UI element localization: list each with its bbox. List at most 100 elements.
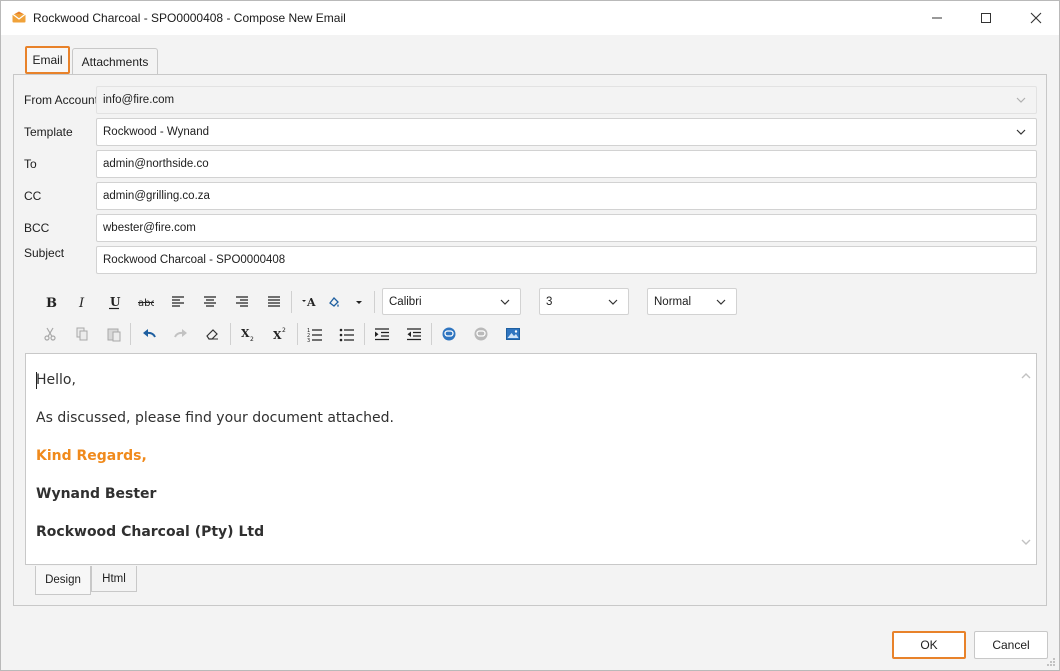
maximize-icon [981, 13, 991, 23]
ok-button[interactable]: OK [892, 631, 966, 659]
template-select[interactable]: Rockwood - Wynand [96, 118, 1037, 146]
cc-input[interactable]: admin@grilling.co.za [96, 182, 1037, 210]
redo-button[interactable] [168, 321, 194, 347]
superscript-icon: X2 [273, 327, 286, 342]
font-color-icon: A [302, 296, 316, 309]
to-value: admin@northside.co [103, 158, 209, 170]
underline-icon: U [109, 295, 121, 310]
bold-button[interactable]: B [37, 289, 63, 315]
clear-formatting-button[interactable] [199, 321, 225, 347]
font-family-select[interactable]: Calibri [382, 288, 521, 315]
numbered-list-button[interactable]: 123 [302, 321, 328, 347]
outdent-button[interactable] [401, 321, 427, 347]
font-size-value: 3 [546, 295, 553, 308]
strikethrough-button[interactable]: abc [133, 289, 159, 315]
close-icon [1030, 12, 1042, 24]
subject-input[interactable]: Rockwood Charcoal - SPO0000408 [96, 246, 1037, 274]
align-left-button[interactable] [165, 289, 191, 315]
align-center-button[interactable] [197, 289, 223, 315]
resize-grip-icon[interactable] [1046, 657, 1056, 667]
italic-button[interactable]: I [69, 289, 95, 315]
close-button[interactable] [1013, 1, 1059, 35]
indent-icon [375, 328, 389, 341]
image-icon [506, 328, 520, 340]
to-input[interactable]: admin@northside.co [96, 150, 1037, 178]
subject-value: Rockwood Charcoal - SPO0000408 [103, 254, 286, 266]
insert-link-button[interactable] [436, 321, 462, 347]
from-account-select[interactable]: info@fire.com [96, 86, 1037, 114]
minimize-button[interactable] [914, 1, 960, 35]
cc-label: CC [24, 189, 42, 203]
bulleted-list-button[interactable] [334, 321, 360, 347]
align-right-icon [236, 296, 248, 307]
color-dropdown-button[interactable] [349, 289, 369, 315]
insert-image-button[interactable] [500, 321, 526, 347]
svg-text:abc: abc [138, 298, 154, 309]
justify-button[interactable] [261, 289, 287, 315]
template-value: Rockwood - Wynand [103, 126, 209, 138]
font-color-button[interactable]: A [296, 289, 322, 315]
italic-icon: I [78, 296, 85, 310]
unlink-icon [474, 327, 488, 341]
align-right-button[interactable] [229, 289, 255, 315]
bcc-input[interactable]: wbester@fire.com [96, 214, 1037, 242]
from-account-value: info@fire.com [103, 94, 175, 106]
subject-label: Subject [24, 246, 65, 260]
chevron-down-icon [1016, 97, 1026, 103]
to-label: To [24, 157, 37, 171]
envelope-icon [12, 11, 26, 23]
caret-down-icon [356, 301, 362, 304]
paste-icon [107, 328, 121, 342]
cancel-button[interactable]: Cancel [974, 631, 1048, 659]
paste-button[interactable] [101, 321, 127, 347]
tab-attachments[interactable]: Attachments [72, 48, 158, 74]
hyperlink-icon [442, 327, 456, 341]
eraser-icon [206, 329, 218, 340]
justify-icon [268, 296, 280, 307]
tab-email-label: Email [32, 53, 63, 67]
paragraph-style-value: Normal [654, 295, 692, 308]
scissors-icon [44, 327, 56, 341]
undo-button[interactable] [136, 321, 162, 347]
toolbar-separator [230, 323, 231, 345]
chevron-down-icon [1016, 129, 1026, 135]
bold-icon: B [46, 296, 57, 310]
toolbar-separator [431, 323, 432, 345]
indent-button[interactable] [369, 321, 395, 347]
svg-text:3: 3 [307, 338, 310, 342]
paragraph-style-select[interactable]: Normal [647, 288, 737, 315]
strikethrough-icon: abc [138, 298, 154, 309]
tab-email[interactable]: Email [25, 46, 70, 74]
align-center-icon [204, 296, 216, 307]
toolbar-separator [374, 291, 375, 313]
subscript-icon: X2 [241, 327, 254, 342]
highlight-color-button[interactable] [321, 289, 347, 315]
chevron-down-icon [608, 299, 618, 305]
svg-text:X: X [241, 327, 250, 340]
body-message: As discussed, please find your document … [36, 410, 394, 426]
bulleted-list-icon [339, 328, 354, 342]
toolbar-separator [297, 323, 298, 345]
scroll-up-icon[interactable] [1020, 370, 1032, 382]
svg-text:U: U [110, 295, 121, 309]
cut-button[interactable] [37, 321, 63, 347]
remove-link-button[interactable] [468, 321, 494, 347]
window-title: Rockwood Charcoal - SPO0000408 - Compose… [33, 11, 346, 25]
font-size-select[interactable]: 3 [539, 288, 629, 315]
scroll-down-icon[interactable] [1020, 536, 1032, 548]
body-signature-company: Rockwood Charcoal (Pty) Ltd [36, 524, 265, 540]
chevron-down-icon [500, 299, 510, 305]
tab-design[interactable]: Design [35, 566, 91, 595]
copy-button[interactable] [69, 321, 95, 347]
tab-html[interactable]: Html [91, 566, 137, 592]
maximize-button[interactable] [963, 1, 1009, 35]
body-greeting: Hello, [36, 372, 76, 388]
title-bar: Rockwood Charcoal - SPO0000408 - Compose… [1, 1, 1059, 35]
subscript-button[interactable]: X2 [235, 321, 261, 347]
email-body-editor[interactable]: Hello, As discussed, please find your do… [25, 353, 1037, 565]
toolbar-separator [130, 323, 131, 345]
numbered-list-icon: 123 [307, 328, 322, 342]
redo-icon [174, 329, 187, 338]
underline-button[interactable]: U [101, 289, 127, 315]
superscript-button[interactable]: X2 [267, 321, 293, 347]
